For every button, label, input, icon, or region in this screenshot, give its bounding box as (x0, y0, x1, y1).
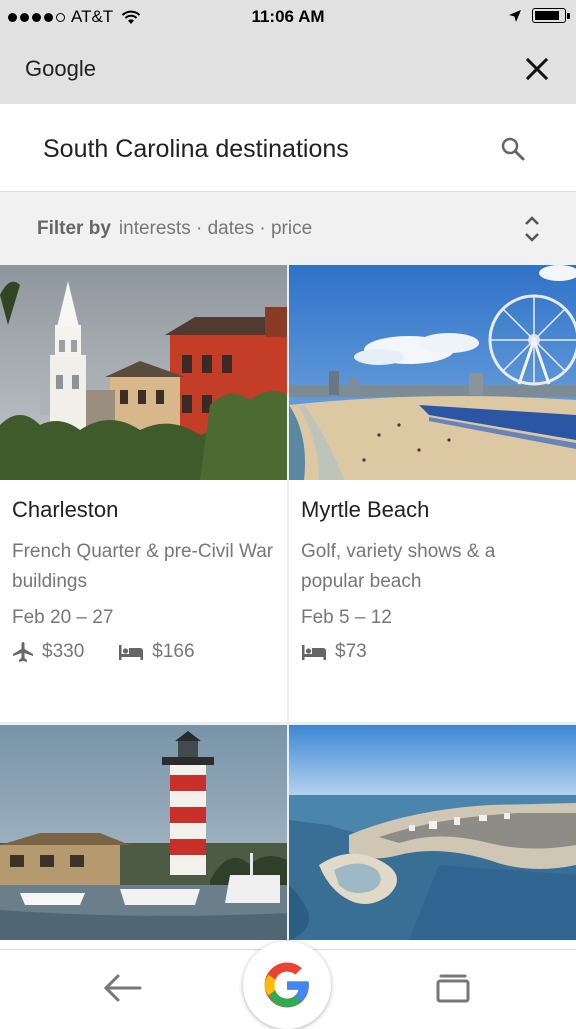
destination-card-coastal-aerial[interactable] (289, 725, 576, 949)
hotel-price-group: $166 (118, 641, 195, 663)
destination-dates: Feb 5 – 12 (301, 607, 392, 628)
hotel-price-group: $73 (301, 641, 367, 663)
destination-card-lighthouse[interactable] (0, 725, 287, 949)
bed-icon (119, 645, 144, 660)
location-arrow-icon (509, 9, 521, 22)
destination-card-myrtle-beach[interactable]: Myrtle Beach Golf, variety shows & a pop… (289, 265, 576, 722)
myrtle-beach-photo (289, 265, 576, 480)
search-bar: South Carolina destinations (0, 104, 576, 192)
lighthouse-harbor-photo (0, 725, 287, 940)
search-button[interactable] (496, 132, 530, 166)
google-home-button[interactable] (243, 941, 331, 1029)
close-button[interactable] (522, 54, 552, 84)
tabs-button[interactable] (434, 972, 472, 1004)
destination-name: Myrtle Beach (301, 497, 430, 522)
destination-prices: $330 $166 (12, 641, 229, 663)
filter-options[interactable]: interests · dates · price (119, 218, 312, 239)
destination-description: French Quarter & pre-Civil War buildings (12, 541, 274, 592)
destination-name: Charleston (12, 497, 119, 522)
search-icon (501, 137, 525, 161)
battery-icon (532, 8, 570, 23)
search-query[interactable]: South Carolina destinations (43, 135, 349, 164)
flight-price-group: $330 (12, 641, 84, 663)
close-icon (526, 58, 548, 80)
title-bar: Google (0, 34, 576, 104)
back-arrow-icon (103, 974, 142, 1002)
hotel-price: $166 (152, 641, 195, 662)
status-time: 11:06 AM (251, 7, 325, 26)
bottom-nav (0, 941, 576, 1029)
app-title: Google (25, 56, 96, 81)
destination-dates: Feb 20 – 27 (12, 607, 114, 628)
filter-label: Filter by (37, 218, 111, 239)
filter-expand-button[interactable] (520, 212, 544, 246)
unfold-icon (525, 216, 539, 242)
coastal-aerial-photo (289, 725, 576, 940)
bed-icon (302, 645, 326, 660)
filter-bar[interactable]: Filter by interests · dates · price (0, 192, 576, 265)
google-logo-icon (264, 962, 309, 1008)
status-bar: AT&T 11:06 AM (0, 0, 576, 34)
hotel-price: $73 (335, 641, 367, 662)
destination-grid: Charleston French Quarter & pre-Civil Wa… (0, 265, 576, 949)
tabs-icon (436, 974, 470, 1003)
destination-prices: $73 (301, 641, 401, 663)
flight-price: $330 (42, 641, 85, 662)
back-button[interactable] (100, 968, 144, 1008)
destination-card-charleston[interactable]: Charleston French Quarter & pre-Civil Wa… (0, 265, 287, 722)
charleston-photo (0, 265, 287, 480)
airplane-icon (13, 642, 33, 662)
destination-description: Golf, variety shows & a popular beach (301, 541, 496, 592)
